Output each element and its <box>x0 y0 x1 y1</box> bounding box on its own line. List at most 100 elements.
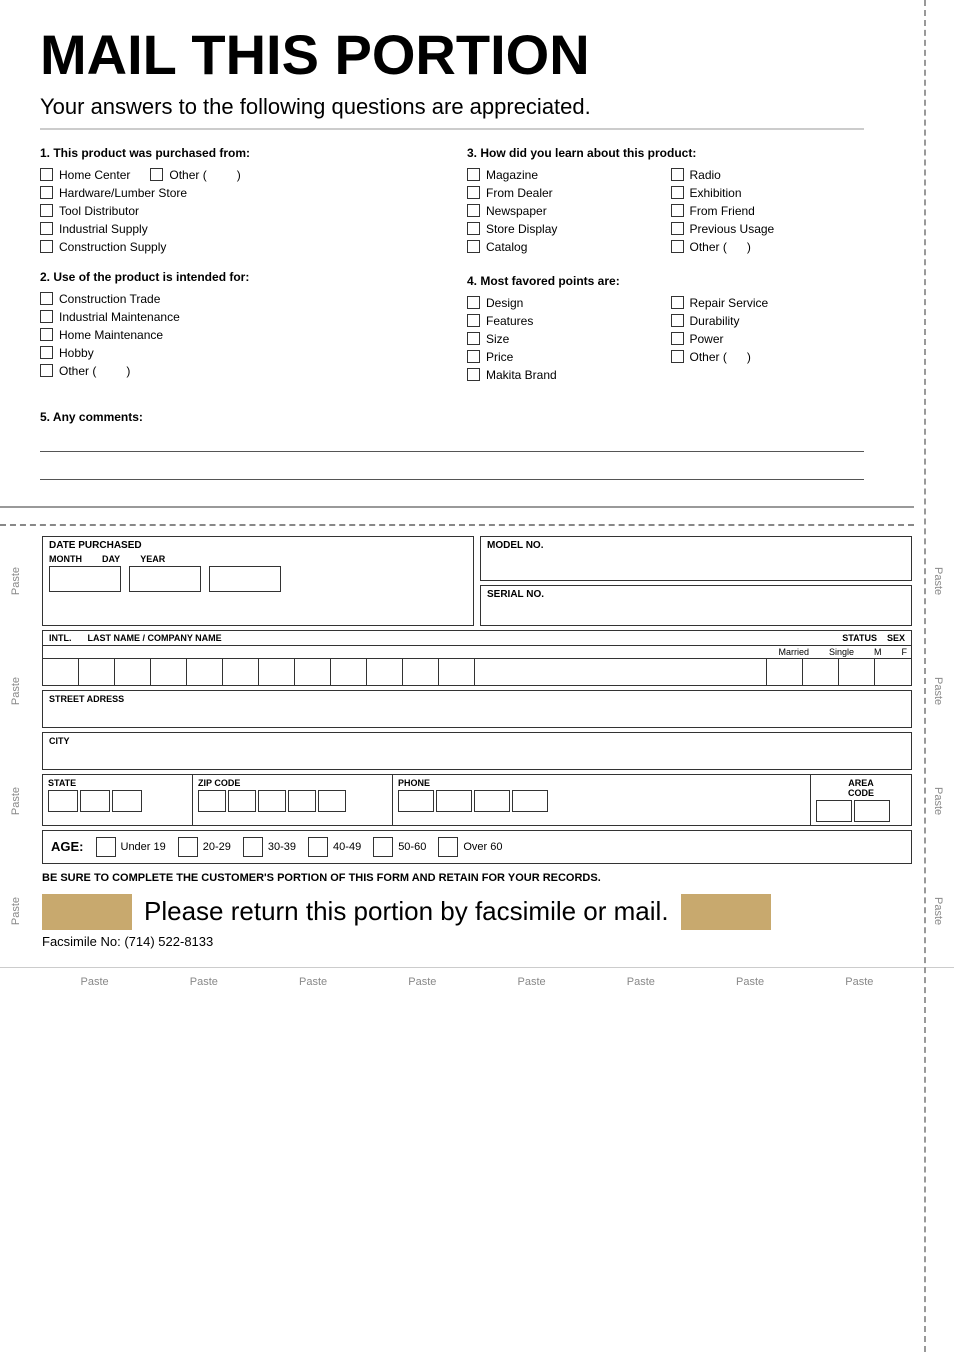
age-40-49[interactable]: 40-49 <box>308 837 361 857</box>
phone-cell-1[interactable] <box>398 790 434 812</box>
checkbox-home-center[interactable] <box>40 168 53 181</box>
q4-features[interactable]: Features <box>467 314 661 328</box>
status-cell-2[interactable] <box>803 659 839 685</box>
comment-line-2[interactable] <box>40 458 864 480</box>
checkbox-features[interactable] <box>467 314 480 327</box>
q3-newspaper[interactable]: Newspaper <box>467 204 661 218</box>
q2-industrial-maint[interactable]: Industrial Maintenance <box>40 310 437 324</box>
zip-cell-2[interactable] <box>228 790 256 812</box>
age-checkbox-over60[interactable] <box>438 837 458 857</box>
q4-repair-service[interactable]: Repair Service <box>671 296 865 310</box>
state-cell-3[interactable] <box>112 790 142 812</box>
q3-store-display[interactable]: Store Display <box>467 222 661 236</box>
name-cell-2[interactable] <box>79 659 115 685</box>
age-over60[interactable]: Over 60 <box>438 837 502 857</box>
q4-price[interactable]: Price <box>467 350 661 364</box>
checkbox-ind-maint[interactable] <box>40 310 53 323</box>
name-cell-6[interactable] <box>223 659 259 685</box>
state-cell-1[interactable] <box>48 790 78 812</box>
serial-no-input[interactable] <box>487 600 905 622</box>
age-checkbox-30-39[interactable] <box>243 837 263 857</box>
phone-cell-3[interactable] <box>474 790 510 812</box>
name-cell-7[interactable] <box>259 659 295 685</box>
checkbox-other-q2[interactable] <box>40 364 53 377</box>
checkbox-exhibition[interactable] <box>671 186 684 199</box>
checkbox-radio[interactable] <box>671 168 684 181</box>
q1-home-center[interactable]: Home Center <box>40 168 130 182</box>
q4-other[interactable]: Other ( ) <box>671 350 865 364</box>
checkbox-hardware[interactable] <box>40 186 53 199</box>
q4-durability[interactable]: Durability <box>671 314 865 328</box>
q2-home-maint[interactable]: Home Maintenance <box>40 328 437 342</box>
q1-tool-dist[interactable]: Tool Distributor <box>40 204 437 218</box>
checkbox-from-dealer[interactable] <box>467 186 480 199</box>
age-checkbox-under19[interactable] <box>96 837 116 857</box>
name-cell-12[interactable] <box>439 659 475 685</box>
zip-cell-5[interactable] <box>318 790 346 812</box>
status-cell-1[interactable] <box>767 659 803 685</box>
checkbox-tool-dist[interactable] <box>40 204 53 217</box>
sex-cell-2[interactable] <box>875 659 911 685</box>
age-30-39[interactable]: 30-39 <box>243 837 296 857</box>
q1-construction[interactable]: Construction Supply <box>40 240 437 254</box>
zip-cell-1[interactable] <box>198 790 226 812</box>
q4-makita[interactable]: Makita Brand <box>467 368 661 382</box>
city-input[interactable] <box>49 746 905 766</box>
checkbox-prev-usage[interactable] <box>671 222 684 235</box>
age-checkbox-40-49[interactable] <box>308 837 328 857</box>
age-50-60[interactable]: 50-60 <box>373 837 426 857</box>
checkbox-catalog[interactable] <box>467 240 480 253</box>
checkbox-other-q1[interactable] <box>150 168 163 181</box>
q4-power[interactable]: Power <box>671 332 865 346</box>
age-20-29[interactable]: 20-29 <box>178 837 231 857</box>
checkbox-home-maint[interactable] <box>40 328 53 341</box>
checkbox-newspaper[interactable] <box>467 204 480 217</box>
area-cell-1[interactable] <box>816 800 852 822</box>
q1-industrial[interactable]: Industrial Supply <box>40 222 437 236</box>
q3-other[interactable]: Other ( ) <box>671 240 865 254</box>
sex-cell-1[interactable] <box>839 659 875 685</box>
q3-radio[interactable]: Radio <box>671 168 865 182</box>
age-under19[interactable]: Under 19 <box>96 837 166 857</box>
checkbox-construction[interactable] <box>40 240 53 253</box>
q3-exhibition[interactable]: Exhibition <box>671 186 865 200</box>
checkbox-store-display[interactable] <box>467 222 480 235</box>
checkbox-industrial[interactable] <box>40 222 53 235</box>
state-cell-2[interactable] <box>80 790 110 812</box>
name-cell-10[interactable] <box>367 659 403 685</box>
name-cell-1[interactable] <box>43 659 79 685</box>
zip-cell-3[interactable] <box>258 790 286 812</box>
q1-other[interactable]: Other ( ) <box>150 168 240 182</box>
name-cell-11[interactable] <box>403 659 439 685</box>
checkbox-price[interactable] <box>467 350 480 363</box>
name-cell-8[interactable] <box>295 659 331 685</box>
checkbox-durability[interactable] <box>671 314 684 327</box>
day-input[interactable] <box>129 566 201 592</box>
name-cell-3[interactable] <box>115 659 151 685</box>
name-cell-5[interactable] <box>187 659 223 685</box>
q2-construction-trade[interactable]: Construction Trade <box>40 292 437 306</box>
checkbox-const-trade[interactable] <box>40 292 53 305</box>
street-input[interactable] <box>49 704 905 724</box>
area-cell-2[interactable] <box>854 800 890 822</box>
checkbox-magazine[interactable] <box>467 168 480 181</box>
q4-design[interactable]: Design <box>467 296 661 310</box>
q4-size[interactable]: Size <box>467 332 661 346</box>
comment-line-1[interactable] <box>40 430 864 452</box>
checkbox-repair-service[interactable] <box>671 296 684 309</box>
checkbox-from-friend[interactable] <box>671 204 684 217</box>
checkbox-hobby[interactable] <box>40 346 53 359</box>
year-input[interactable] <box>209 566 281 592</box>
checkbox-other-q4[interactable] <box>671 350 684 363</box>
q3-from-dealer[interactable]: From Dealer <box>467 186 661 200</box>
age-checkbox-20-29[interactable] <box>178 837 198 857</box>
phone-cell-2[interactable] <box>436 790 472 812</box>
month-input[interactable] <box>49 566 121 592</box>
age-checkbox-50-60[interactable] <box>373 837 393 857</box>
checkbox-other-q3[interactable] <box>671 240 684 253</box>
q2-hobby[interactable]: Hobby <box>40 346 437 360</box>
q3-magazine[interactable]: Magazine <box>467 168 661 182</box>
zip-cell-4[interactable] <box>288 790 316 812</box>
q2-other[interactable]: Other ( ) <box>40 364 437 378</box>
checkbox-design[interactable] <box>467 296 480 309</box>
